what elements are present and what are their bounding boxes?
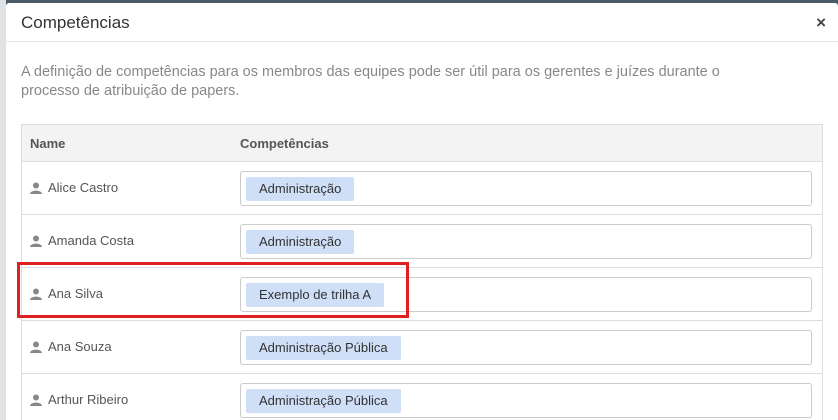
user-icon [30,235,42,247]
modal-description: A definição de competências para os memb… [21,64,720,99]
table-row: Arthur Ribeiro Administração Pública [22,374,822,420]
member-name: Ana Souza [48,339,112,354]
competencias-input[interactable]: Administração [240,171,812,206]
table-row: Amanda Costa Administração [22,215,822,268]
competencias-input[interactable]: Administração Pública [240,383,812,418]
competencias-input[interactable]: Administração Pública [240,330,812,365]
competencia-tag[interactable]: Administração [246,230,355,254]
member-name-cell: Ana Souza [30,339,112,354]
modal-title: Competências [21,13,130,32]
member-name: Arthur Ribeiro [48,392,129,407]
competencia-tag[interactable]: Administração Pública [246,336,401,360]
highlight-box [17,262,409,318]
competencias-input[interactable]: Administração [240,224,812,259]
member-name: Alice Castro [48,180,119,195]
table-header: Name Competências [22,125,822,162]
close-icon[interactable]: × [816,13,826,33]
table-row: Alice Castro Administração [22,162,822,215]
member-name-cell: Amanda Costa [30,233,134,248]
column-header-competencias: Competências [240,136,329,151]
member-name-cell: Arthur Ribeiro [30,392,128,407]
member-name: Amanda Costa [48,233,134,248]
user-icon [30,182,42,194]
competencia-tag[interactable]: Administração Pública [246,389,401,413]
user-icon [30,394,42,406]
user-icon [30,341,42,353]
table-row: Ana Souza Administração Pública [22,321,822,374]
modal-header: Competências × [6,3,838,42]
competencia-tag[interactable]: Administração [246,177,355,201]
member-name-cell: Alice Castro [30,180,118,195]
column-header-name: Name [30,136,66,151]
competencias-modal: Competências × A definição de competênci… [6,3,838,420]
